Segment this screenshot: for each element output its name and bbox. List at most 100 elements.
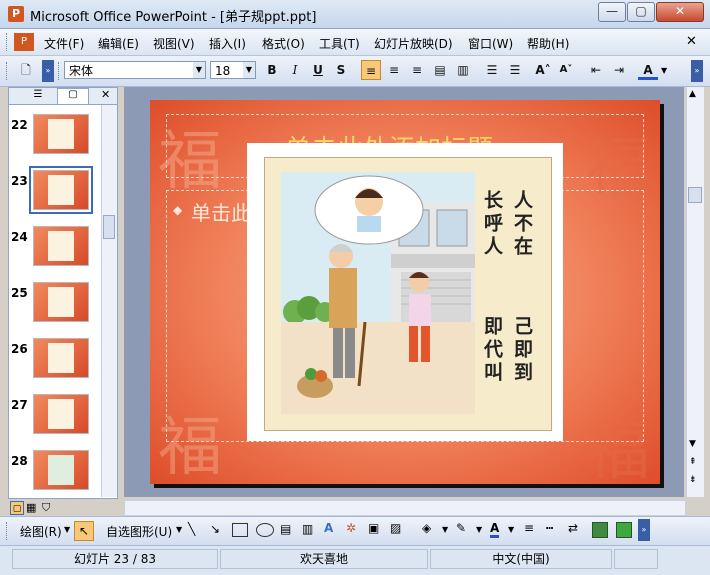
doc-close-icon[interactable]: ✕: [686, 34, 697, 49]
menu-view[interactable]: 视图(V): [153, 35, 195, 52]
chevron-down-icon[interactable]: ▼: [243, 62, 255, 78]
slide-thumbnail-selected[interactable]: [33, 170, 89, 210]
shadow-style-icon[interactable]: [592, 522, 608, 538]
picture-icon[interactable]: ▨: [390, 521, 401, 535]
chevron-down-icon[interactable]: ▼: [508, 525, 514, 534]
column-icon[interactable]: ▥: [453, 60, 473, 80]
document-icon[interactable]: P: [14, 33, 34, 51]
increase-font-icon[interactable]: A˄: [533, 60, 553, 80]
dash-style-icon[interactable]: ┅: [546, 521, 553, 535]
line-color-icon[interactable]: ✎: [456, 521, 466, 535]
slideshow-view-icon[interactable]: ⛉: [42, 501, 50, 515]
toolbar-options-icon[interactable]: »: [638, 519, 650, 541]
slide-number: 23: [11, 174, 28, 188]
next-slide-icon[interactable]: ⇟: [689, 475, 697, 485]
menu-format[interactable]: 格式(O): [262, 35, 305, 52]
clipart-icon[interactable]: ▣: [368, 521, 379, 535]
textbox-icon[interactable]: ▤: [280, 522, 291, 536]
increase-indent-icon[interactable]: ⇥: [609, 60, 629, 80]
fill-color-icon[interactable]: ◈: [422, 521, 431, 535]
diagram-icon[interactable]: ✲: [346, 521, 356, 535]
arrow-icon[interactable]: ↘: [210, 522, 220, 536]
autoshapes-button[interactable]: 自选图形(U): [106, 523, 172, 540]
close-button[interactable]: ✕: [656, 2, 704, 22]
slide-thumbnail[interactable]: [33, 282, 89, 322]
slide-thumbnail[interactable]: [33, 338, 89, 378]
wordart-icon[interactable]: A: [324, 521, 333, 535]
normal-view-icon[interactable]: ▢: [10, 501, 24, 515]
numbering-icon[interactable]: ☰: [482, 60, 502, 80]
select-objects-icon[interactable]: ↖: [74, 521, 94, 541]
slide-sorter-icon[interactable]: ▦: [26, 501, 36, 514]
slide-thumbnail[interactable]: [33, 226, 89, 266]
chevron-down-icon[interactable]: ▼: [476, 525, 482, 534]
powerpoint-icon[interactable]: P: [8, 6, 24, 22]
menu-insert[interactable]: 插入(I): [209, 35, 246, 52]
menu-file[interactable]: 文件(F): [44, 35, 84, 52]
decrease-font-icon[interactable]: A˅: [556, 60, 576, 80]
vertical-scrollbar[interactable]: ▲ ▼ ⇞ ⇟: [686, 87, 704, 497]
underline-button[interactable]: U: [308, 60, 328, 80]
menu-grip[interactable]: [6, 33, 10, 51]
previous-slide-icon[interactable]: ⇞: [689, 457, 697, 467]
font-name-value: 宋体: [69, 64, 94, 78]
3d-style-icon[interactable]: [616, 522, 632, 538]
panel-close-icon[interactable]: ✕: [101, 88, 110, 101]
slide-number: 28: [11, 454, 28, 468]
menu-window[interactable]: 窗口(W): [468, 35, 513, 52]
drawbar-grip[interactable]: [6, 522, 10, 540]
panel-scrollbar[interactable]: [101, 105, 117, 497]
chevron-down-icon[interactable]: ▼: [193, 62, 205, 78]
oval-icon[interactable]: [256, 523, 274, 537]
scroll-thumb[interactable]: [688, 187, 702, 203]
view-buttons: ▢ ▦ ⛉: [8, 500, 116, 516]
slide-thumbnail[interactable]: [33, 450, 89, 490]
new-file-icon[interactable]: 🗋: [16, 60, 36, 80]
bullets-icon[interactable]: ☰: [505, 60, 525, 80]
verse-text-left: 长呼人: [481, 190, 503, 259]
toolbar-options-icon[interactable]: »: [691, 60, 703, 82]
align-right-icon[interactable]: ≡: [407, 60, 427, 80]
distribute-icon[interactable]: ▤: [430, 60, 450, 80]
menu-help[interactable]: 帮助(H): [527, 35, 569, 52]
slides-tab-icon[interactable]: ▢: [57, 88, 89, 104]
line-icon[interactable]: ╲: [188, 522, 195, 536]
chevron-down-icon[interactable]: ▼: [64, 525, 70, 534]
align-center-icon[interactable]: ≡: [384, 60, 404, 80]
decrease-indent-icon[interactable]: ⇤: [586, 60, 606, 80]
chevron-down-icon[interactable]: ▼: [442, 525, 448, 534]
scroll-up-icon[interactable]: ▲: [689, 89, 696, 99]
formatting-toolbar: 🗋 » 宋体 ▼ 18 ▼ B I U S ≡ ≡ ≡ ▤ ▥ ☰ ☰ A˄ A…: [0, 56, 710, 87]
font-size-select[interactable]: 18 ▼: [210, 61, 256, 79]
arrow-style-icon[interactable]: ⇄: [568, 521, 578, 535]
menu-edit[interactable]: 编辑(E): [98, 35, 139, 52]
rectangle-icon[interactable]: [232, 523, 248, 537]
menu-slideshow[interactable]: 幻灯片放映(D): [374, 35, 453, 52]
menu-tools[interactable]: 工具(T): [319, 35, 360, 52]
vertical-textbox-icon[interactable]: ▥: [302, 522, 313, 536]
panel-scroll-thumb[interactable]: [103, 215, 115, 239]
font-color-button[interactable]: A: [638, 60, 658, 80]
horizontal-scrollbar[interactable]: [124, 500, 686, 516]
toolbar-grip-2[interactable]: [58, 62, 62, 80]
minimize-button[interactable]: —: [598, 2, 626, 22]
window-title: Microsoft Office PowerPoint - [弟子规ppt.pp…: [30, 10, 317, 25]
toolbar-grip[interactable]: [6, 62, 10, 80]
bold-button[interactable]: B: [262, 60, 282, 80]
outline-tab-icon[interactable]: ☰: [23, 89, 53, 103]
maximize-button[interactable]: ▢: [627, 2, 655, 22]
align-left-icon[interactable]: ≡: [361, 60, 381, 80]
slide-thumbnail[interactable]: [33, 114, 89, 154]
shadow-button[interactable]: S: [331, 60, 351, 80]
toolbar-options-icon[interactable]: »: [42, 60, 54, 82]
draw-menu-button[interactable]: 绘图(R): [20, 523, 62, 540]
chevron-down-icon[interactable]: ▼: [176, 525, 182, 534]
slide-number: 22: [11, 118, 28, 132]
slide-thumbnail[interactable]: [33, 394, 89, 434]
chevron-down-icon[interactable]: ▼: [661, 66, 667, 75]
font-name-select[interactable]: 宋体 ▼: [64, 61, 206, 79]
scroll-down-icon[interactable]: ▼: [689, 439, 696, 449]
italic-button[interactable]: I: [285, 60, 305, 80]
line-style-icon[interactable]: ≡: [524, 521, 534, 535]
draw-font-color-button[interactable]: A: [490, 521, 500, 538]
